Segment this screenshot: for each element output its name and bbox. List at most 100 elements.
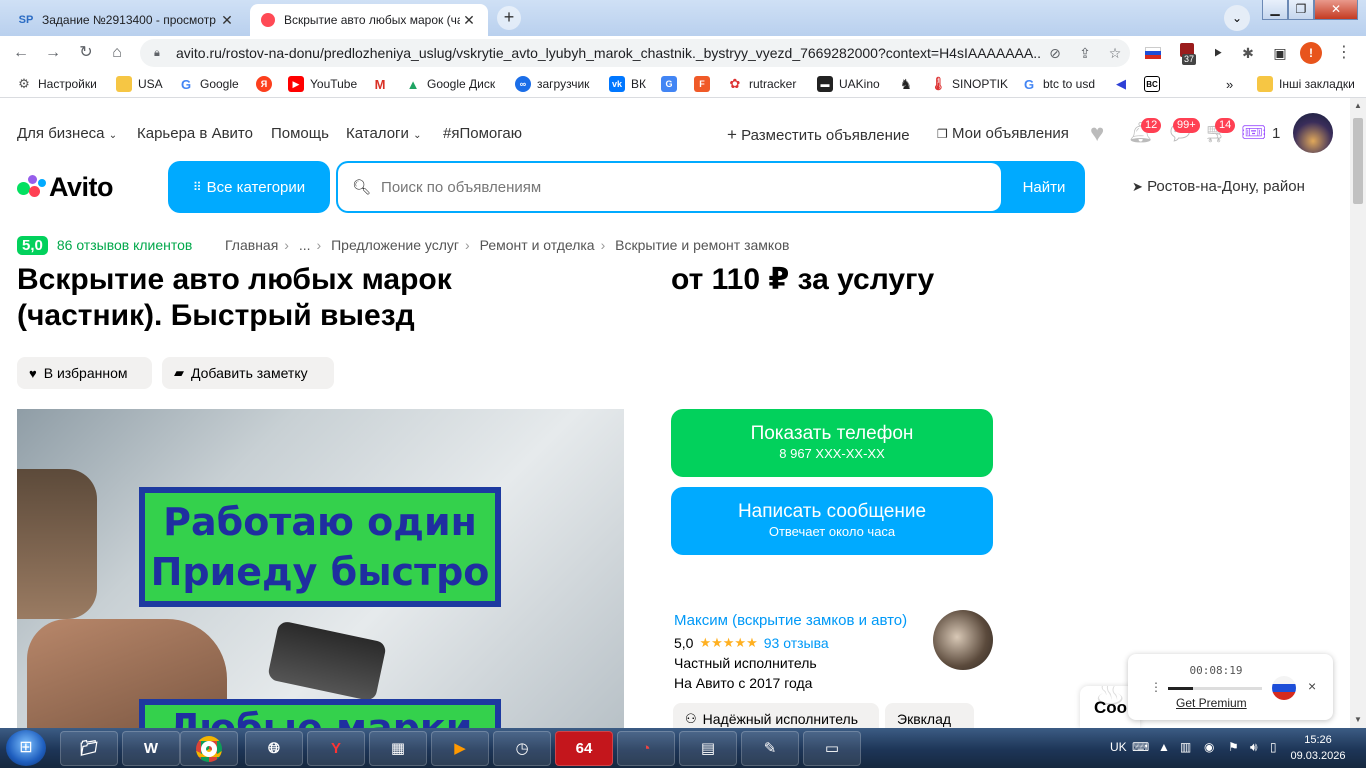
- new-tab-button[interactable]: +: [497, 6, 521, 30]
- media-taskbar-icon[interactable]: ▶: [431, 731, 489, 766]
- app-taskbar-icon[interactable]: ▦: [369, 731, 427, 766]
- puzzle-icon[interactable]: ✱: [1237, 42, 1259, 64]
- bookmark-yandex[interactable]: Я: [256, 75, 278, 93]
- keyboard-icon[interactable]: ⌨: [1132, 740, 1149, 754]
- add-note-button[interactable]: ▰ Добавить заметку: [162, 357, 334, 389]
- user-avatar[interactable]: [1293, 113, 1333, 153]
- avito-logo[interactable]: Avito: [17, 172, 114, 202]
- maximize-button[interactable]: ❐: [1288, 0, 1314, 20]
- other-bookmarks[interactable]: Інші закладки: [1257, 75, 1355, 93]
- search-button[interactable]: Найти: [1003, 161, 1085, 213]
- chrome-taskbar-icon[interactable]: [180, 731, 238, 766]
- page-scrollbar[interactable]: ▲ ▼: [1350, 98, 1366, 728]
- menu-dots-icon[interactable]: ⋮: [1333, 42, 1355, 64]
- bookmark-btc[interactable]: Gbtc to usd: [1021, 75, 1095, 93]
- tray-expand-icon[interactable]: ▲: [1158, 740, 1170, 754]
- player-menu-icon[interactable]: ⋮: [1150, 680, 1162, 694]
- explorer-taskbar-icon[interactable]: 📁︎: [60, 731, 118, 766]
- aida64-taskbar-icon[interactable]: 64: [555, 731, 613, 766]
- breadcrumb-repair[interactable]: Ремонт и отделка: [480, 237, 595, 253]
- bookmark-gmail[interactable]: M: [372, 75, 394, 93]
- reliable-badge[interactable]: ⚇ Надёжный исполнитель: [673, 703, 879, 728]
- bookmark-uakino[interactable]: ▬ UAKino: [817, 75, 880, 93]
- location-selector[interactable]: ➤ Ростов-на-Дону, район: [1132, 178, 1305, 195]
- nav-for-business[interactable]: Для бизнеса ⌄: [17, 125, 117, 142]
- pie-taskbar-icon[interactable]: ◔: [617, 731, 675, 766]
- get-premium-link[interactable]: Get Premium: [1176, 696, 1247, 710]
- scroll-up-icon[interactable]: ▲: [1350, 98, 1366, 114]
- seller-reviews-link[interactable]: 93 отзыва: [764, 635, 829, 651]
- bookmark-translate[interactable]: G: [661, 75, 683, 93]
- blocked-icon[interactable]: ⊘: [1040, 45, 1070, 62]
- breadcrumb-services[interactable]: Предложение услуг: [331, 237, 459, 253]
- share-icon[interactable]: ⇪: [1070, 45, 1100, 62]
- bookmark-drive[interactable]: ▲ Google Диск: [405, 75, 496, 93]
- browser-tab-avito[interactable]: Вскрытие авто любых марок (ча ✕: [250, 4, 488, 36]
- breadcrumb-home[interactable]: Главная: [225, 237, 278, 253]
- extension-arrow-icon[interactable]: ⯈: [1207, 42, 1229, 64]
- back-icon[interactable]: ←: [10, 42, 32, 64]
- home-icon[interactable]: ⌂: [106, 42, 128, 64]
- bookmark-loader[interactable]: ∞ загрузчик: [515, 75, 589, 93]
- browser-tab-task[interactable]: SP Задание №2913400 - просмотр ✕: [8, 4, 246, 36]
- language-indicator[interactable]: UK: [1110, 740, 1127, 754]
- battery-icon[interactable]: ▯: [1270, 740, 1277, 754]
- player-close-button[interactable]: ×: [1308, 678, 1316, 694]
- forward-icon[interactable]: →: [42, 42, 64, 64]
- bookmark-usa[interactable]: USA: [116, 75, 163, 93]
- minimize-button[interactable]: ▁: [1262, 0, 1288, 20]
- bookmark-settings[interactable]: ⚙ Настройки: [16, 75, 97, 93]
- bookmark-vk[interactable]: vk ВК: [609, 75, 646, 93]
- favorite-button[interactable]: ♥ В избранном: [17, 357, 152, 389]
- my-ads-link[interactable]: ❐ Мои объявления: [937, 125, 1069, 142]
- globe-taskbar-icon[interactable]: 🌐︎: [245, 731, 303, 766]
- window-close-button[interactable]: ✕: [1314, 0, 1358, 20]
- bookmark-sinoptik[interactable]: 🌡︎ SINOPTIK: [930, 75, 1008, 93]
- network-icon[interactable]: ▥: [1180, 740, 1191, 754]
- notes-taskbar-icon[interactable]: ✎: [741, 731, 799, 766]
- bookmark-rutracker[interactable]: ✿ rutracker: [727, 75, 797, 93]
- bookmark-star-icon[interactable]: ☆: [1100, 45, 1130, 62]
- search-input[interactable]: [381, 178, 982, 196]
- tab-search-icon[interactable]: ⌄: [1224, 5, 1250, 31]
- extension-icon[interactable]: 37: [1176, 42, 1198, 65]
- action-center-icon[interactable]: ⚑: [1228, 740, 1239, 754]
- show-phone-button[interactable]: Показать телефон 8 967 XXX-XX-XX: [671, 409, 993, 477]
- russian-flag-icon[interactable]: [1272, 676, 1296, 700]
- more-bookmarks-button[interactable]: »: [1226, 75, 1233, 93]
- close-tab-icon[interactable]: ✕: [218, 12, 236, 29]
- write-message-button[interactable]: Написать сообщение Отвечает около часа: [671, 487, 993, 555]
- player-progress-bar[interactable]: [1168, 687, 1262, 690]
- post-ad-link[interactable]: + Разместить объявление: [727, 125, 910, 145]
- monitor-taskbar-icon[interactable]: ▭: [803, 731, 861, 766]
- listing-photo[interactable]: Работаю один Приеду быстро Любые марки: [17, 409, 624, 728]
- nav-career[interactable]: Карьера в Авито: [137, 125, 253, 142]
- reload-icon[interactable]: ↻: [75, 42, 97, 64]
- scroll-down-icon[interactable]: ▼: [1350, 712, 1366, 728]
- seller-avatar[interactable]: [933, 610, 993, 670]
- breadcrumb-ellipsis[interactable]: ...: [299, 237, 311, 253]
- clock-taskbar-icon[interactable]: ◷: [493, 731, 551, 766]
- bookmark-f[interactable]: F: [694, 75, 716, 93]
- bookmark-google[interactable]: G Google: [178, 75, 239, 93]
- breadcrumb-locks[interactable]: Вскрытие и ремонт замков: [615, 237, 789, 253]
- nav-ya-pomogayu[interactable]: #яПомогаю: [443, 125, 522, 142]
- close-tab-icon[interactable]: ✕: [460, 12, 478, 29]
- deposit-badge[interactable]: Эквклад: [885, 703, 974, 728]
- reviews-link[interactable]: 86 отзывов клиентов: [57, 237, 193, 253]
- favorites-heart-icon[interactable]: ♥: [1090, 120, 1104, 148]
- bookmark-bc[interactable]: BC: [1144, 75, 1166, 93]
- calculator-taskbar-icon[interactable]: ▤: [679, 731, 737, 766]
- yandex-browser-taskbar-icon[interactable]: Y: [307, 731, 365, 766]
- start-button[interactable]: ⊞: [6, 730, 46, 766]
- scrollbar-thumb[interactable]: [1353, 118, 1363, 204]
- shield-taskbar-icon[interactable]: W: [122, 731, 180, 766]
- profile-icon[interactable]: !: [1300, 42, 1322, 64]
- all-categories-button[interactable]: ⠿ Все категории: [168, 161, 330, 213]
- bookmark-chess[interactable]: ♞: [898, 75, 920, 93]
- taskbar-clock[interactable]: 15:26 09.03.2026: [1288, 732, 1348, 764]
- address-bar[interactable]: 🔒︎ avito.ru/rostov-na-donu/predlozheniya…: [140, 39, 1130, 67]
- bookmark-youtube[interactable]: ▶ YouTube: [288, 75, 357, 93]
- promo-ticket-icon[interactable]: 🎟︎: [1241, 120, 1266, 145]
- nav-catalogs[interactable]: Каталоги ⌄: [346, 125, 421, 142]
